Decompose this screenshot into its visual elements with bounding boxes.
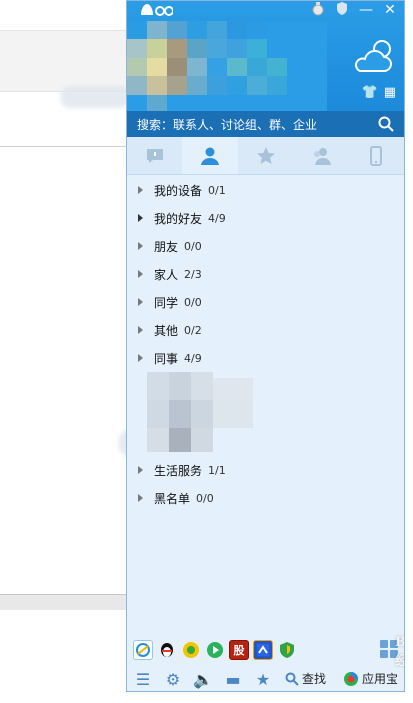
background-toolbar bbox=[0, 30, 130, 92]
main-menu-icon[interactable]: ☰ bbox=[133, 670, 153, 689]
list-item[interactable]: 我的设备 0/1 bbox=[127, 176, 404, 204]
phone-icon bbox=[370, 145, 383, 166]
expand-arrow-icon bbox=[138, 298, 143, 306]
group-name: 黑名单 bbox=[154, 491, 191, 506]
blur-mark bbox=[60, 86, 130, 108]
list-item[interactable]: 黑名单 0/0 bbox=[127, 484, 404, 512]
settings-gear-icon[interactable]: ⚙ bbox=[163, 670, 183, 689]
group-name: 同事 bbox=[154, 351, 179, 366]
skin-icon[interactable] bbox=[310, 1, 326, 19]
message-bubble-icon bbox=[146, 148, 163, 163]
group-name: 生活服务 bbox=[154, 463, 203, 478]
expand-arrow-icon bbox=[138, 214, 143, 222]
group-name: 其他 bbox=[154, 323, 179, 338]
expand-arrow-icon bbox=[138, 242, 143, 250]
background-scrollbar bbox=[0, 594, 130, 610]
group-count: 0/1 bbox=[208, 183, 226, 197]
search-bar[interactable]: 搜索：联系人、讨论组、群、企业 bbox=[127, 111, 404, 137]
group-count: 2/3 bbox=[184, 267, 202, 281]
find-label: 查找 bbox=[302, 672, 327, 686]
expand-arrow-icon bbox=[138, 186, 143, 194]
group-name: 同学 bbox=[154, 295, 179, 310]
security-icon[interactable] bbox=[277, 640, 297, 660]
list-item[interactable]: 生活服务 1/1 bbox=[127, 456, 404, 484]
list-item[interactable]: 我的好友 4/9 bbox=[127, 204, 404, 232]
qzone-icon[interactable] bbox=[133, 640, 153, 660]
stock-icon[interactable]: 股 bbox=[229, 640, 249, 660]
search-placeholder: 搜索：联系人、讨论组、群、企业 bbox=[137, 117, 318, 132]
video-icon[interactable] bbox=[205, 640, 225, 660]
qq-main-panel: — ✕ 👕 ▦ 搜索：联系人、讨论组、群、企业 我的设备 0/1 我的好友 4/… bbox=[126, 0, 405, 692]
music-icon[interactable] bbox=[181, 640, 201, 660]
qq-logo-icon bbox=[137, 2, 174, 22]
weather-cloud-icon[interactable] bbox=[352, 35, 396, 79]
penguin-icon[interactable] bbox=[157, 640, 177, 660]
search-icon[interactable] bbox=[378, 116, 394, 132]
main-tabs bbox=[127, 137, 404, 175]
group-count: 4/9 bbox=[184, 351, 202, 365]
qrcode-icon[interactable]: ▦ bbox=[384, 85, 396, 100]
star-icon bbox=[256, 146, 275, 164]
list-item[interactable]: 同事 4/9 bbox=[127, 344, 404, 372]
list-item[interactable]: 朋友 0/0 bbox=[127, 232, 404, 260]
minimize-button[interactable]: — bbox=[358, 1, 374, 19]
pixelated-groups bbox=[127, 372, 404, 456]
folder-icon[interactable]: ▬ bbox=[223, 670, 243, 689]
expand-arrow-icon bbox=[138, 354, 143, 362]
game-icon[interactable] bbox=[253, 640, 273, 660]
app-shortcut-bar: 股 bbox=[127, 637, 404, 663]
expand-arrow-icon bbox=[138, 494, 143, 502]
shield-icon[interactable] bbox=[334, 1, 350, 19]
favorite-star-icon[interactable]: ★ bbox=[253, 670, 273, 689]
group-count: 0/2 bbox=[184, 323, 202, 337]
magnifier-icon bbox=[285, 672, 299, 686]
group-count: 0/0 bbox=[184, 295, 202, 309]
list-item[interactable]: 其他 0/2 bbox=[127, 316, 404, 344]
contact-person-icon bbox=[201, 147, 220, 165]
contact-groups-list: 我的设备 0/1 我的好友 4/9 朋友 0/0 家人 2/3 同学 0/0 其他 0/2 … bbox=[127, 176, 404, 512]
appstore-icon bbox=[344, 671, 358, 686]
group-name: 我的好友 bbox=[154, 211, 203, 226]
expand-arrow-icon bbox=[138, 270, 143, 278]
group-name: 家人 bbox=[154, 267, 179, 282]
watermark: Baidu 经验 bbox=[395, 635, 405, 669]
profile-header: — ✕ 👕 ▦ 搜索：联系人、讨论组、群、企业 bbox=[127, 1, 404, 137]
background-divider bbox=[0, 146, 130, 147]
list-item[interactable]: 同学 0/0 bbox=[127, 288, 404, 316]
group-count: 0/0 bbox=[184, 239, 202, 253]
group-people-icon bbox=[313, 147, 331, 165]
tab-groups[interactable] bbox=[293, 137, 348, 174]
group-name: 朋友 bbox=[154, 239, 179, 254]
appstore-label: 应用宝 bbox=[362, 672, 399, 686]
tshirt-icon[interactable]: 👕 bbox=[362, 85, 378, 100]
expand-arrow-icon bbox=[138, 326, 143, 334]
group-count: 1/1 bbox=[208, 463, 226, 477]
volume-icon[interactable]: 🔈 bbox=[193, 670, 213, 689]
avatar[interactable] bbox=[127, 21, 327, 113]
expand-arrow-icon bbox=[138, 466, 143, 474]
appstore-button[interactable]: 应用宝 bbox=[343, 670, 398, 687]
list-item[interactable]: 家人 2/3 bbox=[127, 260, 404, 288]
tab-favorites[interactable] bbox=[238, 137, 293, 174]
group-count: 0/0 bbox=[196, 491, 214, 505]
group-count: 4/9 bbox=[208, 211, 226, 225]
group-name: 我的设备 bbox=[154, 183, 203, 198]
find-button[interactable]: 查找 bbox=[285, 670, 326, 687]
tab-contacts[interactable] bbox=[182, 137, 238, 174]
tab-messages[interactable] bbox=[127, 137, 182, 174]
close-button[interactable]: ✕ bbox=[382, 1, 398, 19]
tab-devices[interactable] bbox=[349, 137, 404, 174]
